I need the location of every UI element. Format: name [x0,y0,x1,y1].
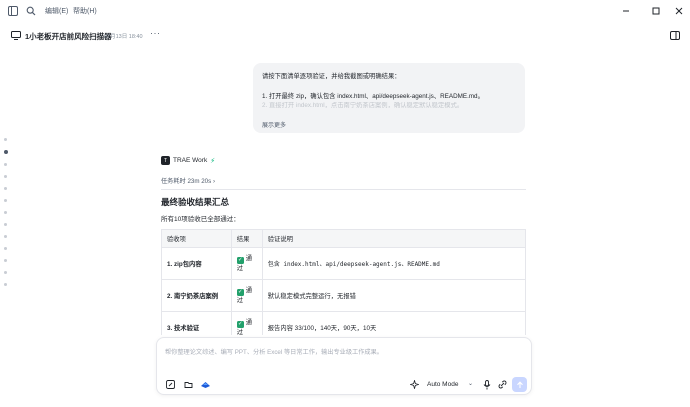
divider [161,189,526,190]
message-navigator [3,138,8,295]
folder-icon[interactable] [183,379,194,390]
nav-dot[interactable] [4,199,7,202]
nav-dot[interactable] [4,223,7,226]
summary-title: 最终验收结果汇总 [161,197,230,207]
nav-dot[interactable] [4,283,7,286]
cell-item: 2. 南宁奶茶店案例 [161,279,232,312]
nav-dot[interactable] [4,271,7,274]
lightning-icon: ⚡ [210,157,216,165]
link-icon[interactable] [497,379,508,390]
search-icon[interactable] [24,4,38,18]
expand-message-button[interactable]: 展示更多 [262,120,286,129]
check-icon: ✓ [236,289,244,296]
nav-dot[interactable] [4,138,7,141]
results-table: 验收项 结果 验证说明 1. zip包内容 ✓ 通过 包含 index.html、… [161,229,526,335]
cell-note: 默认稳定模式完整运行，无报错 [261,279,526,312]
sparkle-icon[interactable] [409,379,420,390]
chevron-down-icon[interactable]: ⌄ [468,380,473,387]
check-icon: ✓ [236,321,244,328]
microphone-icon[interactable] [481,379,492,390]
check-icon: ✓ [236,257,244,264]
nav-dot[interactable] [4,259,7,262]
message-line: 请按下面清单逐项验证，并给我截图或明确结果： [262,73,401,80]
table-row: 3. 技术验证 ✓ 通过 报告内容 33/100，140天，90天，10天 [161,311,526,335]
nav-dot[interactable] [4,247,7,250]
composer-input[interactable]: 帮你整理论文综述、编写 PPT、分析 Excel 等日常工作，输出专业级工作成果… [165,347,383,356]
nav-dot-active[interactable] [3,150,8,154]
sidebar-toggle-icon[interactable] [6,4,20,18]
minimize-icon[interactable] [618,3,634,19]
cell-item: 1. zip包内容 [161,247,232,280]
cell-item: 3. 技术验证 [161,311,232,335]
monitor-icon [11,31,21,42]
close-icon[interactable] [671,3,687,19]
task-elapsed[interactable]: 任务耗时 23m 20s › [161,176,215,185]
cell-result: ✓ 通过 [230,311,263,335]
maximize-icon[interactable] [648,3,664,19]
table-row: 2. 南宁奶茶店案例 ✓ 通过 默认稳定模式完整运行，无报错 [161,279,526,312]
table-header-row: 验收项 结果 验证说明 [161,229,526,248]
message-line: 1. 打开最终 zip，确认包含 index.html、api/deepseek… [262,93,484,100]
chevron-right-icon: › [212,178,215,185]
agent-name: TRAE Work [173,157,208,164]
cell-note: 报告内容 33/100，140天，90天，10天 [261,311,526,335]
attach-icon[interactable] [165,379,176,390]
column-header: 验证说明 [261,229,526,248]
message-line: 2. 直接打开 index.html，点击南宁奶茶店案例，确认稳定默认稳定模式。 [262,102,464,108]
plugin-icon[interactable] [200,379,211,390]
message-composer: 帮你整理论文综述、编写 PPT、分析 Excel 等日常工作，输出专业级工作成果… [156,337,532,395]
cell-result: ✓ 通过 [230,279,263,312]
nav-dot[interactable] [4,175,7,178]
message-line [262,82,516,92]
elapsed-text: 任务耗时 23m 20s [161,178,212,185]
agent-logo: T [161,156,170,165]
nav-dot[interactable] [4,235,7,238]
nav-dot[interactable] [4,163,7,166]
summary-subtitle: 所有10项验收已全部通过： [161,216,240,223]
cell-note: 包含 index.html、api/deepseek-agent.js、READ… [261,247,526,280]
title-bar: 编辑(E) 帮助(H) [0,0,690,22]
conversation-header: 1小老板开店前风险扫描器 07月13日 18:40 ··· [0,28,690,44]
nav-dot[interactable] [4,187,7,190]
table-row: 1. zip包内容 ✓ 通过 包含 index.html、api/deepseek… [161,247,526,280]
menu-help[interactable]: 帮助(H) [73,6,97,16]
user-message-bubble: 请按下面清单逐项验证，并给我截图或明确结果： 1. 打开最终 zip，确认包含 … [253,63,525,133]
cell-result: ✓ 通过 [230,247,263,280]
mode-selector[interactable]: Auto Mode [427,381,458,388]
menu-edit[interactable]: 编辑(E) [45,6,68,16]
conversation-time: 07月13日 18:40 [104,34,143,40]
conversation-title: 1小老板开店前风险扫描器 [25,32,112,41]
more-options-button[interactable]: ··· [150,28,161,38]
column-header: 验收项 [161,229,232,248]
agent-header: T TRAE Work ⚡ [161,156,215,165]
panel-toggle-icon[interactable] [670,31,680,42]
nav-dot[interactable] [4,211,7,214]
column-header: 结果 [230,229,263,248]
send-button[interactable] [512,377,527,392]
